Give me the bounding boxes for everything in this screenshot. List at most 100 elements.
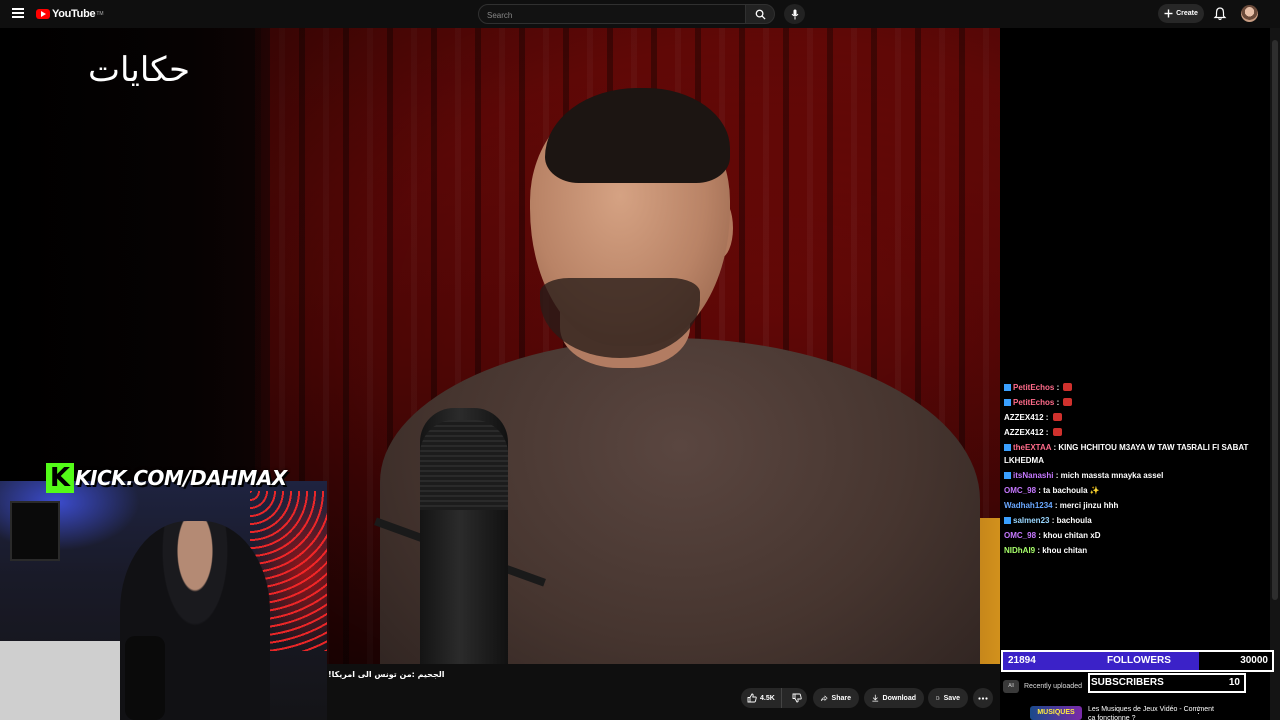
menu-icon[interactable] [12,8,24,18]
plus-icon [1164,9,1173,18]
chat-emote-icon [1063,383,1073,391]
voice-search-button[interactable] [784,4,805,24]
download-icon [872,694,879,702]
chat-separator: : [1043,428,1051,437]
chat-username[interactable]: PetitEchos [1013,383,1054,392]
logo-trademark: TM [96,11,104,17]
save-icon [936,696,940,700]
like-count: 4.5K [760,694,775,702]
search-box [478,4,746,25]
chat-badge-icon [1004,384,1011,391]
chat-emote-icon [1063,398,1073,406]
dislike-button[interactable] [786,688,807,708]
search-button[interactable] [745,4,775,24]
chat-message: AZZEX412 : [1004,425,1266,440]
chat-text: bachoula [1056,516,1092,525]
webcam-microphone [125,636,165,720]
top-bar: YouTube TM Create [0,0,1280,28]
chat-message: itsNanashi : mich massta mnayka assel [1004,468,1266,483]
chat-separator: : [1043,413,1051,422]
chat-message: PetitEchos : [1004,380,1266,395]
chat-separator: : [1049,516,1057,525]
chat-message: theEXTAA : KING HCHITOU M3AYA W TAW TA5R… [1004,440,1266,468]
youtube-play-icon [36,9,50,19]
chat-username[interactable]: PetitEchos [1013,398,1054,407]
chat-username[interactable]: Wadhah1234 [1004,501,1053,510]
more-icon[interactable]: ⋮ [1194,705,1203,716]
chat-separator: : [1052,501,1060,510]
stream-chat: PetitEchos : PetitEchos : AZZEX412 : AZZ… [1004,380,1266,558]
chat-separator: : [1054,398,1062,407]
video-title: الجحيم :من تونس الى امريكا! [328,670,445,679]
chat-username[interactable]: NIDhAl9 [1004,546,1035,555]
kick-logo: K [46,463,74,493]
subscribers-label: SUBSCRIBERS [1091,677,1164,688]
chip-all[interactable]: All [1003,680,1019,693]
like-dislike-group: 4.5K [741,688,807,708]
chat-badge-icon [1004,399,1011,406]
chat-emote-icon [1052,413,1062,421]
followers-target: 30000 [1240,655,1268,666]
download-button[interactable]: Download [864,688,924,708]
share-button[interactable]: Share [813,688,859,708]
like-button[interactable]: 4.5K [741,688,783,708]
chat-message: PetitEchos : [1004,395,1266,410]
chat-username[interactable]: AZZEX412 [1004,428,1044,437]
chat-text: khou chitan xD [1043,531,1101,540]
kick-url: KICK.COM/DAHMAX [75,466,287,490]
chip-recently-uploaded[interactable]: Recently uploaded [1024,680,1082,693]
create-button[interactable]: Create [1158,4,1204,23]
youtube-logo[interactable]: YouTube TM [36,7,104,21]
share-label: Share [831,694,851,702]
followers-current: 21894 [1008,655,1036,666]
save-label: Save [943,694,960,702]
followers-goal-bar: 21894 FOLLOWERS 30000 [1001,650,1274,672]
chat-badge-icon [1004,472,1011,479]
chat-username[interactable]: AZZEX412 [1004,413,1044,422]
chat-username[interactable]: OMC_98 [1004,531,1036,540]
chat-text: khou chitan [1042,546,1088,555]
chat-message: OMC_98 : ta bachoula ✨ [1004,483,1266,498]
logo-text: YouTube [52,8,96,20]
bell-icon[interactable] [1212,6,1228,22]
chat-message: salmen23 : bachoula [1004,513,1266,528]
search-icon [755,9,766,20]
followers-label: FOLLOWERS [1107,655,1171,666]
webcam-monitor [10,501,60,561]
chat-username[interactable]: salmen23 [1013,516,1049,525]
thumbs-down-icon [792,693,802,703]
chat-message: Wadhah1234 : merci jinzu hhh [1004,498,1266,513]
save-button[interactable]: Save [928,688,968,708]
more-actions-button[interactable] [973,688,993,708]
more-icon [978,696,988,700]
chat-username[interactable]: theEXTAA [1013,443,1051,452]
chat-message: NIDhAl9 : khou chitan [1004,543,1266,558]
recommended-video[interactable]: MUSIQUES Les Musiques de Jeux Vidéo - Co… [1030,704,1270,720]
thumbs-up-icon [747,693,757,703]
subscribers-value: 10 [1228,677,1240,688]
chat-separator: : [1053,471,1061,480]
chat-badge-icon [1004,444,1011,451]
avatar[interactable] [1241,5,1258,22]
right-panel [1000,28,1280,720]
channel-watermark: حكايات [88,50,190,90]
chat-username[interactable]: OMC_98 [1004,486,1036,495]
chat-text: mich massta mnayka assel [1060,471,1164,480]
chat-text: ta bachoula ✨ [1043,486,1100,495]
scrollbar-thumb[interactable] [1272,40,1278,600]
kick-banner: K KICK.COM/DAHMAX [46,463,287,493]
search-input[interactable] [479,6,745,25]
chat-emote-icon [1052,428,1062,436]
webcam-desk [0,641,140,720]
page: YouTube TM Create حكايات [0,0,1280,720]
chat-separator: : [1054,383,1062,392]
download-label: Download [882,694,916,702]
chat-text: merci jinzu hhh [1059,501,1119,510]
chat-username[interactable]: itsNanashi [1013,471,1053,480]
mic-icon [791,9,798,19]
recommended-thumbnail[interactable]: MUSIQUES [1030,706,1082,720]
subscribers-goal-bar: SUBSCRIBERS 10 [1088,673,1246,693]
chat-message: OMC_98 : khou chitan xD [1004,528,1266,543]
chat-message: AZZEX412 : [1004,410,1266,425]
share-icon [821,694,828,701]
